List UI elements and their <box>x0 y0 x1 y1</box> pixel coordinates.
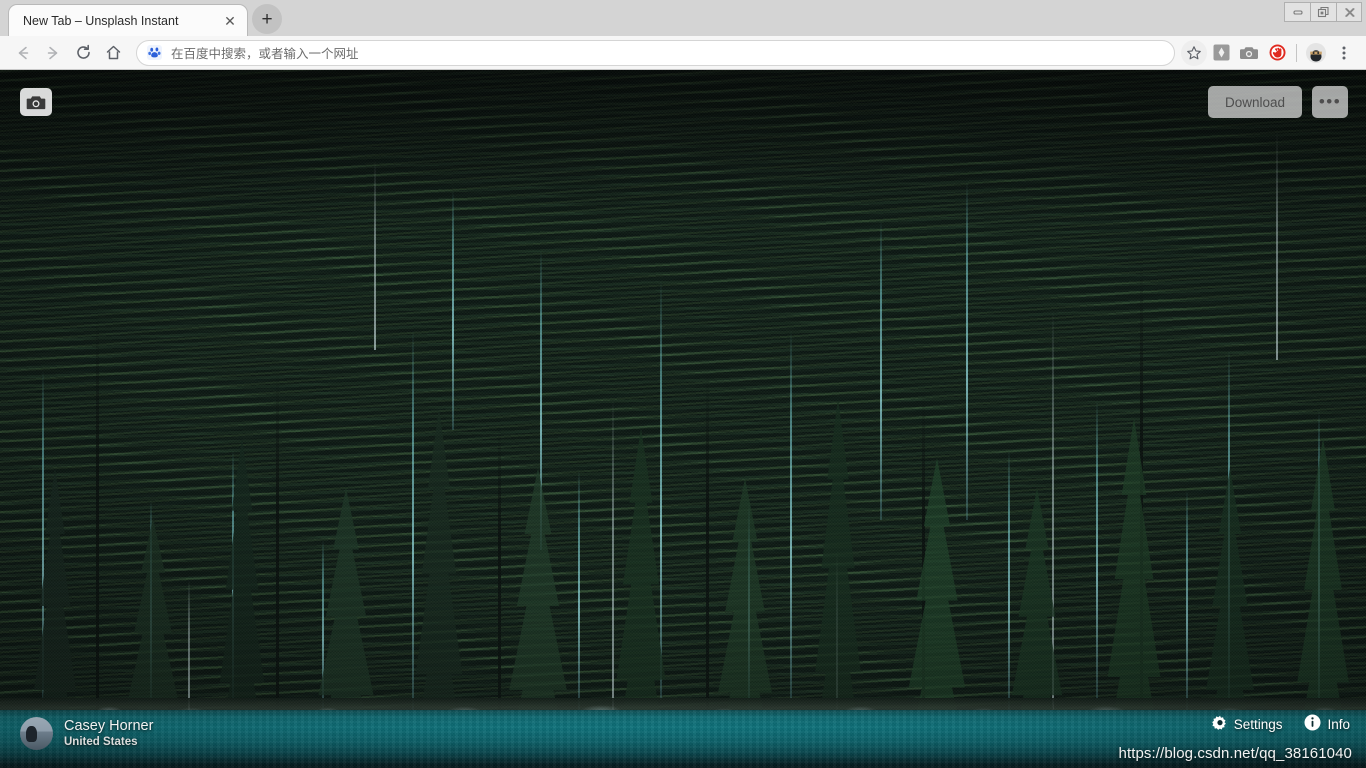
back-button[interactable] <box>8 39 38 67</box>
tab-close-icon[interactable]: ✕ <box>221 12 239 30</box>
window-controls <box>1284 2 1362 22</box>
reload-button[interactable] <box>68 39 98 67</box>
info-button[interactable]: Info <box>1304 714 1350 734</box>
toolbar-divider <box>1296 43 1297 62</box>
extension-camera-icon[interactable] <box>1235 39 1263 67</box>
author-text: Casey Horner United States <box>64 717 153 750</box>
photo-author[interactable]: Casey Horner United States <box>20 716 153 750</box>
download-button[interactable]: Download <box>1207 86 1302 118</box>
avatar <box>20 716 53 750</box>
extension-diamond-icon[interactable] <box>1207 39 1235 67</box>
background-photograph <box>0 70 1366 768</box>
info-label: Info <box>1327 716 1350 732</box>
browser-window: New Tab – Unsplash Instant ✕ + 在百度中搜索，或者… <box>0 0 1366 768</box>
baidu-paw-icon <box>147 45 162 60</box>
page-footer-actions: Settings Info <box>1211 714 1350 734</box>
unsplash-camera-icon[interactable] <box>20 88 52 116</box>
new-tab-button[interactable]: + <box>252 4 282 34</box>
settings-label: Settings <box>1233 716 1283 732</box>
more-options-button[interactable]: ••• <box>1312 86 1348 118</box>
extension-adblock-icon[interactable] <box>1263 39 1291 67</box>
address-bar[interactable]: 在百度中搜索，或者输入一个网址 <box>136 39 1175 66</box>
tab-new-tab[interactable]: New Tab – Unsplash Instant ✕ <box>8 4 248 36</box>
author-location: United States <box>64 736 138 749</box>
forward-button[interactable] <box>38 39 68 67</box>
photo-actions: Download ••• <box>1207 86 1348 118</box>
profile-avatar-icon[interactable] <box>1302 39 1330 67</box>
author-name: Casey Horner <box>64 717 154 734</box>
address-bar-placeholder: 在百度中搜索，或者输入一个网址 <box>171 47 359 61</box>
minimize-icon[interactable] <box>1284 2 1310 22</box>
conifer-silhouettes <box>0 70 1366 768</box>
settings-button[interactable]: Settings <box>1211 715 1283 734</box>
tab-strip: New Tab – Unsplash Instant ✕ + <box>0 0 1366 36</box>
restore-icon[interactable] <box>1310 2 1336 22</box>
chrome-menu-icon[interactable] <box>1330 39 1358 67</box>
close-icon[interactable] <box>1336 2 1362 22</box>
browser-toolbar: 在百度中搜索，或者输入一个网址 <box>0 36 1366 70</box>
new-tab-page: Download ••• Casey Horner United States … <box>0 70 1366 768</box>
gear-icon <box>1211 715 1228 734</box>
watermark-url: https://blog.csdn.net/qq_38161040 <box>1118 745 1352 762</box>
tab-title: New Tab – Unsplash Instant <box>23 13 179 28</box>
bookmark-star-icon[interactable] <box>1181 39 1207 66</box>
home-button[interactable] <box>98 39 128 67</box>
info-icon <box>1304 714 1321 734</box>
